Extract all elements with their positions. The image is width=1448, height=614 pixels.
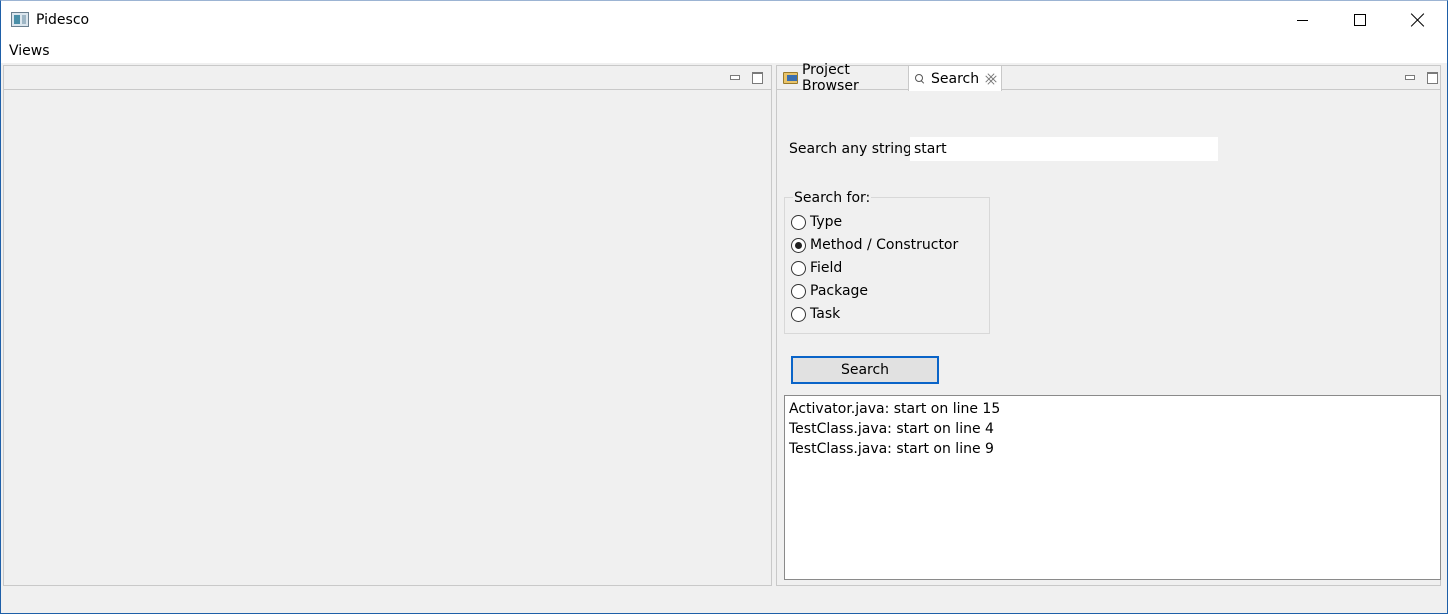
tab-search-label: Search: [931, 70, 980, 87]
menu-views[interactable]: Views: [9, 43, 50, 59]
radio-type-label: Type: [810, 214, 843, 230]
left-pane-header: [4, 66, 771, 90]
tab-project-browser-label: Project Browser: [801, 62, 859, 94]
window-title: Pidesco: [36, 12, 90, 28]
search-string-label: Search any string:: [789, 141, 917, 157]
search-input[interactable]: [910, 137, 1218, 161]
radio-type-indicator[interactable]: [791, 214, 806, 230]
left-pane-minimize-icon[interactable]: [728, 70, 740, 82]
left-view-pane: [3, 65, 772, 586]
radio-package[interactable]: Package: [791, 283, 868, 299]
right-pane-header: Project Browser Search: [777, 62, 1440, 94]
close-icon: [1411, 13, 1425, 27]
radio-package-label: Package: [810, 283, 869, 299]
list-item[interactable]: TestClass.java: start on line 4: [789, 419, 1436, 439]
folder-icon: [783, 72, 798, 84]
magnifier-icon: [913, 72, 927, 86]
radio-field[interactable]: Field: [791, 260, 842, 276]
app-window: Pidesco Views Project Browser Search Sea…: [0, 0, 1448, 614]
list-item[interactable]: Activator.java: start on line 15: [789, 399, 1436, 419]
minimize-button[interactable]: [1273, 1, 1331, 39]
list-item[interactable]: TestClass.java: start on line 9: [789, 439, 1436, 459]
title-bar: Pidesco: [1, 1, 1447, 39]
radio-package-indicator[interactable]: [791, 283, 806, 299]
close-button[interactable]: [1389, 1, 1447, 39]
minimize-icon: [1296, 19, 1308, 21]
search-for-group: Search for: Type Method / Constructor Fi…: [784, 190, 990, 334]
maximize-button[interactable]: [1331, 1, 1389, 39]
right-view-pane: Project Browser Search Search any string…: [776, 62, 1441, 586]
radio-method-constructor[interactable]: Method / Constructor: [791, 237, 958, 253]
search-for-title: Search for:: [793, 190, 872, 206]
menu-bar: Views: [1, 39, 1447, 63]
maximize-icon: [1354, 14, 1366, 26]
radio-method-constructor-indicator[interactable]: [791, 237, 806, 253]
radio-field-label: Field: [810, 260, 843, 276]
radio-field-indicator[interactable]: [791, 260, 806, 276]
status-bar: [1, 589, 1447, 613]
right-pane-minimize-icon[interactable]: [1403, 70, 1415, 82]
tab-close-icon[interactable]: [985, 74, 995, 84]
results-list[interactable]: Activator.java: start on line 15 TestCla…: [784, 395, 1441, 580]
tab-search[interactable]: Search: [908, 66, 1002, 91]
search-button[interactable]: Search: [791, 356, 939, 384]
radio-task-label: Task: [810, 306, 841, 322]
right-pane-maximize-icon[interactable]: [1425, 70, 1438, 84]
tab-project-browser[interactable]: Project Browser: [779, 62, 907, 94]
radio-task-indicator[interactable]: [791, 306, 806, 322]
radio-method-constructor-label: Method / Constructor: [810, 237, 959, 253]
left-pane-maximize-icon[interactable]: [750, 70, 763, 84]
app-icon: [11, 12, 29, 27]
radio-type[interactable]: Type: [791, 214, 842, 230]
radio-task[interactable]: Task: [791, 306, 840, 322]
